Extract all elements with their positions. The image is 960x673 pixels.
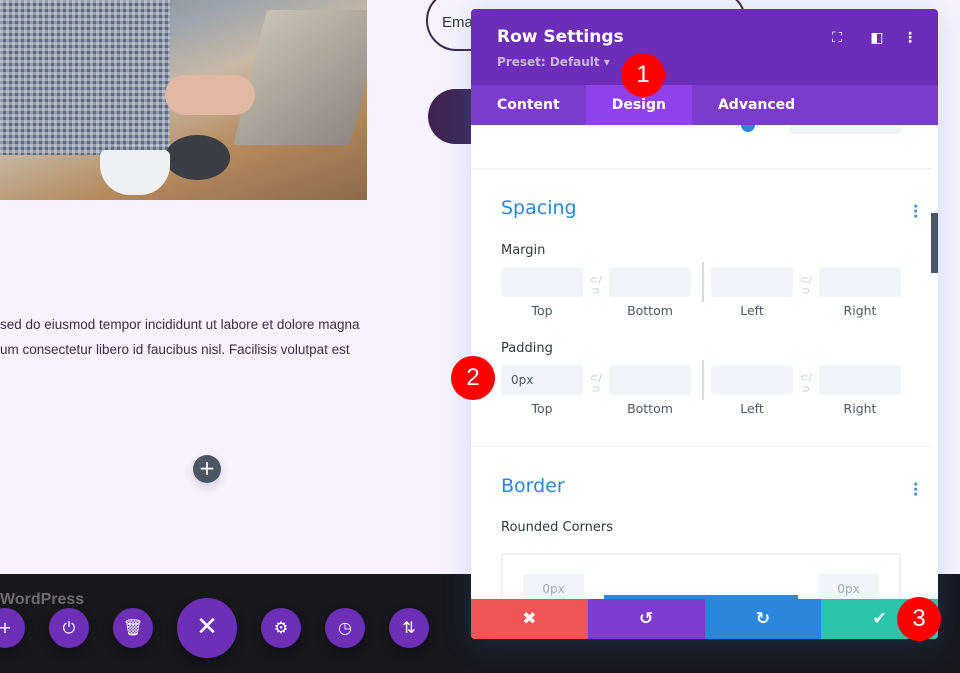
disable-button[interactable]: ⏻	[49, 608, 89, 648]
step-badge-1: 1	[621, 53, 665, 97]
corner-top-right-input[interactable]: 0px	[818, 574, 879, 599]
caption-bottom: Bottom	[627, 401, 673, 416]
photo-mouse	[165, 135, 230, 180]
link-icon[interactable]: ⊂/⊃	[796, 275, 816, 297]
caption-right: Right	[843, 401, 877, 416]
margin-right-input[interactable]	[819, 267, 901, 297]
photo-laptop	[233, 10, 367, 145]
photo-hand	[165, 75, 255, 115]
caption-right: Right	[843, 303, 877, 318]
close-icon: ✕	[196, 612, 218, 642]
portability-button[interactable]: ⇅	[389, 608, 429, 648]
clock-icon: ◷	[338, 618, 352, 637]
rounded-corners-label: Rounded Corners	[501, 520, 614, 535]
row-settings-modal: Row Settings Preset: Default ▾ ⛶ ◧ ⋮ Con…	[471, 9, 938, 639]
field-separator	[702, 360, 704, 400]
rounded-corners-control: 0px 0px	[501, 553, 901, 599]
step-badge-2: 2	[451, 356, 495, 400]
modal-tabs: Content Design Advanced	[471, 85, 938, 125]
section-divider	[471, 168, 931, 169]
delete-button[interactable]: 🗑	[113, 608, 153, 648]
padding-bottom-input[interactable]	[609, 365, 691, 395]
undo-button[interactable]: ↺	[587, 599, 705, 639]
border-options-icon[interactable]: · · ·	[913, 478, 918, 502]
power-icon: ⏻	[62, 618, 76, 637]
sort-arrows-icon: ⇅	[402, 618, 416, 637]
trash-icon: 🗑	[122, 618, 144, 637]
caption-left: Left	[740, 401, 764, 416]
gear-icon: ⚙	[273, 618, 289, 637]
body-line: sed do eiusmod tempor incididunt ut labo…	[0, 317, 360, 332]
link-icon[interactable]: ⊂/⊃	[586, 275, 606, 297]
margin-left-input[interactable]	[711, 267, 793, 297]
photo-shirt	[0, 0, 170, 155]
preset-dropdown[interactable]: Preset: Default ▾	[497, 55, 610, 69]
add-section-button[interactable]: +	[193, 455, 221, 483]
close-toolbar-button[interactable]: ✕	[177, 598, 237, 658]
caption-top: Top	[531, 401, 553, 416]
sidebar-toggle-icon[interactable]: ◧	[868, 29, 886, 47]
tab-advanced[interactable]: Advanced	[692, 85, 821, 125]
field-separator	[702, 262, 704, 302]
spacing-options-icon[interactable]: · · ·	[913, 200, 918, 224]
step-badge-3: 3	[897, 597, 941, 641]
hero-photo	[0, 0, 367, 200]
padding-top-input[interactable]: 0px	[501, 365, 583, 395]
border-section-title[interactable]: Border	[501, 475, 565, 497]
fullscreen-icon[interactable]: ⛶	[828, 29, 846, 47]
caption-left: Left	[740, 303, 764, 318]
more-options-icon[interactable]: ⋮	[901, 29, 919, 47]
previous-field-input[interactable]	[789, 125, 901, 134]
section-divider	[471, 446, 931, 447]
margin-bottom-input[interactable]	[609, 267, 691, 297]
padding-right-input[interactable]	[819, 365, 901, 395]
slider-handle[interactable]	[741, 125, 755, 132]
padding-label: Padding	[501, 341, 553, 356]
caption-bottom: Bottom	[627, 303, 673, 318]
close-icon: ✖	[522, 609, 537, 629]
link-icon[interactable]: ⊂/⊃	[796, 373, 816, 395]
photo-cup	[100, 150, 170, 195]
modal-header: Row Settings Preset: Default ▾ ⛶ ◧ ⋮	[471, 9, 938, 85]
padding-left-input[interactable]	[711, 365, 793, 395]
body-text: sed do eiusmod tempor incididunt ut labo…	[0, 312, 420, 362]
redo-icon: ↻	[755, 609, 770, 629]
plus-icon: +	[198, 456, 216, 480]
modal-title: Row Settings	[497, 27, 624, 47]
page-settings-button[interactable]: ⚙	[261, 608, 301, 648]
footer-brand: WordPress	[0, 591, 85, 608]
history-button[interactable]: ◷	[325, 608, 365, 648]
link-icon[interactable]: ⊂/⊃	[586, 373, 606, 395]
scrollbar[interactable]	[931, 213, 938, 273]
caption-top: Top	[531, 303, 553, 318]
redo-button[interactable]: ↻	[704, 599, 822, 639]
discard-button[interactable]: ✖	[471, 599, 588, 639]
body-line: um consectetur libero id faucibus nisl. …	[0, 342, 350, 357]
margin-label: Margin	[501, 243, 546, 258]
undo-icon: ↺	[639, 609, 654, 629]
modal-actions: ✖ ↺ ↻ ✔	[471, 599, 938, 639]
margin-top-input[interactable]	[501, 267, 583, 297]
plus-icon: +	[0, 618, 12, 637]
spacing-section-title[interactable]: Spacing	[501, 197, 577, 219]
tab-content[interactable]: Content	[471, 85, 586, 125]
corner-top-left-input[interactable]: 0px	[523, 574, 584, 599]
check-icon: ✔	[872, 609, 887, 629]
settings-scroll-area: Spacing · · · Margin ⊂/⊃ ⊂/⊃ Top Bottom Le…	[471, 125, 931, 599]
